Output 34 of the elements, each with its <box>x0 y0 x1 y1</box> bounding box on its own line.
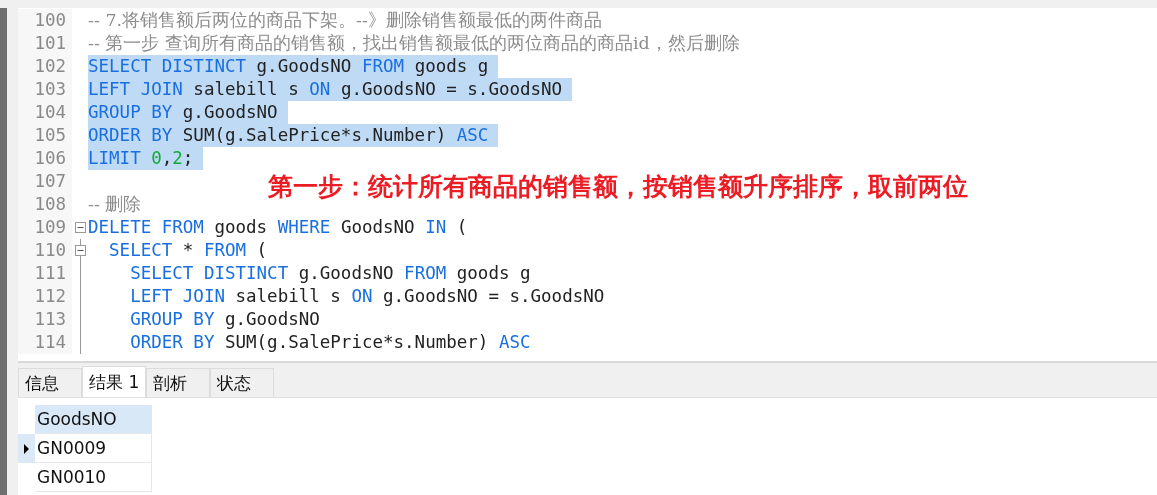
code-line: LEFT JOIN salebill s ON g.GoodsNO = s.GoodsNO <box>129 285 606 308</box>
line-number: 107 <box>18 170 72 193</box>
code-line: -- 7.将销售额后两位的商品下架。--》删除销售额最低的两件商品 <box>88 9 603 32</box>
code-line: -- 删除 <box>88 193 143 216</box>
annotation-text: 第一步：统计所有商品的销售额，按销售额升序排序，取前两位 <box>268 171 968 203</box>
column-header[interactable]: GoodsNO <box>35 405 152 434</box>
line-number: 105 <box>18 124 72 147</box>
line-number: 114 <box>18 331 72 354</box>
code-line: SELECT * FROM ( <box>108 239 269 262</box>
result-tab[interactable]: 结果 1 <box>82 366 147 397</box>
line-number: 103 <box>18 78 72 101</box>
line-number: 111 <box>18 262 72 285</box>
code-line: DELETE FROM goods WHERE GoodsNO IN ( <box>88 216 469 239</box>
table-cell: GN0009 <box>35 434 152 463</box>
result-tab[interactable]: 状态 <box>210 368 275 397</box>
code-line: GROUP BY g.GoodsNO <box>129 308 321 331</box>
line-number: 104 <box>18 101 72 124</box>
code-line: SELECT DISTINCT g.GoodsNO FROM goods g <box>129 262 532 285</box>
code-line: -- 第一步 查询所有商品的销售额，找出销售额最低的两位商品的商品id，然后删除 <box>88 32 741 55</box>
line-number: 102 <box>18 55 72 78</box>
result-tab[interactable]: 信息 <box>18 368 82 397</box>
line-number: 112 <box>18 285 72 308</box>
line-number: 108 <box>18 193 72 216</box>
line-number: 109 <box>18 216 72 239</box>
code-line: ORDER BY SUM(g.SalePrice*s.Number) ASC <box>129 331 532 354</box>
table-cell: GN0010 <box>35 463 152 492</box>
collapse-icon[interactable] <box>74 222 86 233</box>
line-number: 113 <box>18 308 72 331</box>
collapse-icon[interactable] <box>74 245 86 256</box>
line-number: 110 <box>18 239 72 262</box>
line-number: 101 <box>18 32 72 55</box>
line-number: 106 <box>18 147 72 170</box>
line-number: 100 <box>18 9 72 32</box>
result-tab[interactable]: 剖析 <box>146 368 211 397</box>
